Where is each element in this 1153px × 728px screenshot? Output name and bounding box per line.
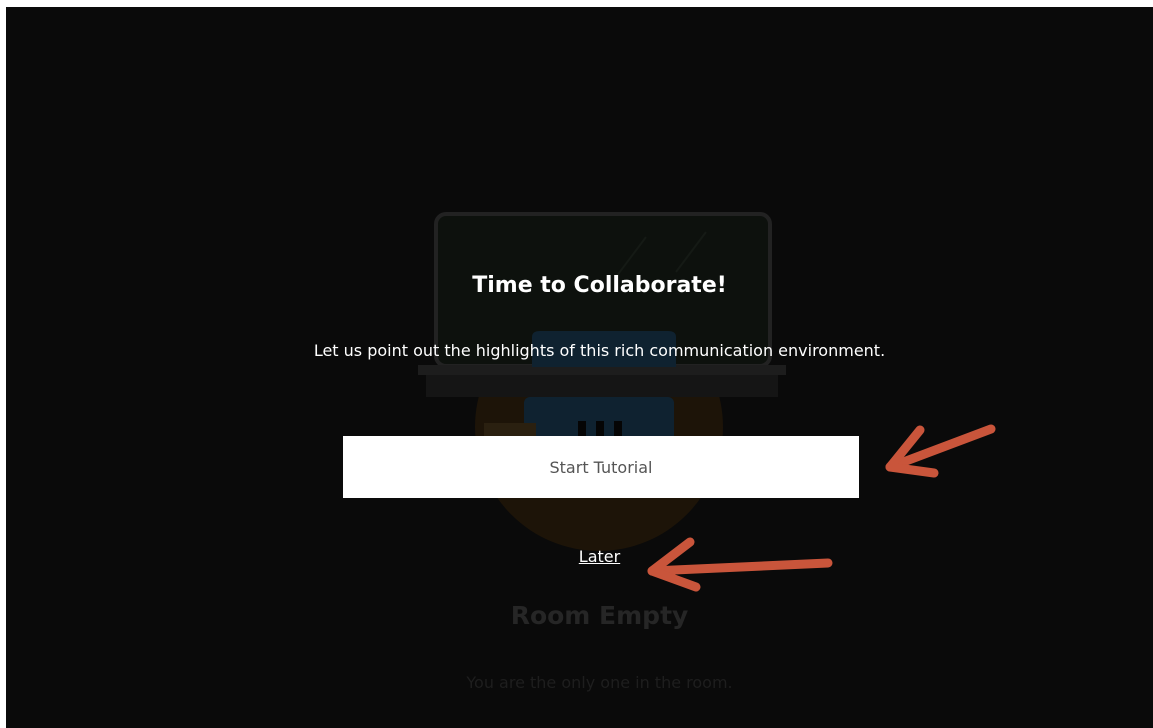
later-link-container: Later	[6, 547, 1153, 566]
overlay-title: Time to Collaborate!	[472, 273, 727, 298]
later-link[interactable]: Later	[579, 547, 620, 566]
overlay-subtitle: Let us point out the highlights of this …	[313, 341, 886, 360]
start-tutorial-button[interactable]: Start Tutorial	[343, 436, 859, 498]
tutorial-overlay: Room Empty You are the only one in the r…	[6, 7, 1153, 728]
room-status-title: Room Empty	[510, 601, 689, 630]
room-status-message: You are the only one in the room.	[466, 673, 733, 692]
